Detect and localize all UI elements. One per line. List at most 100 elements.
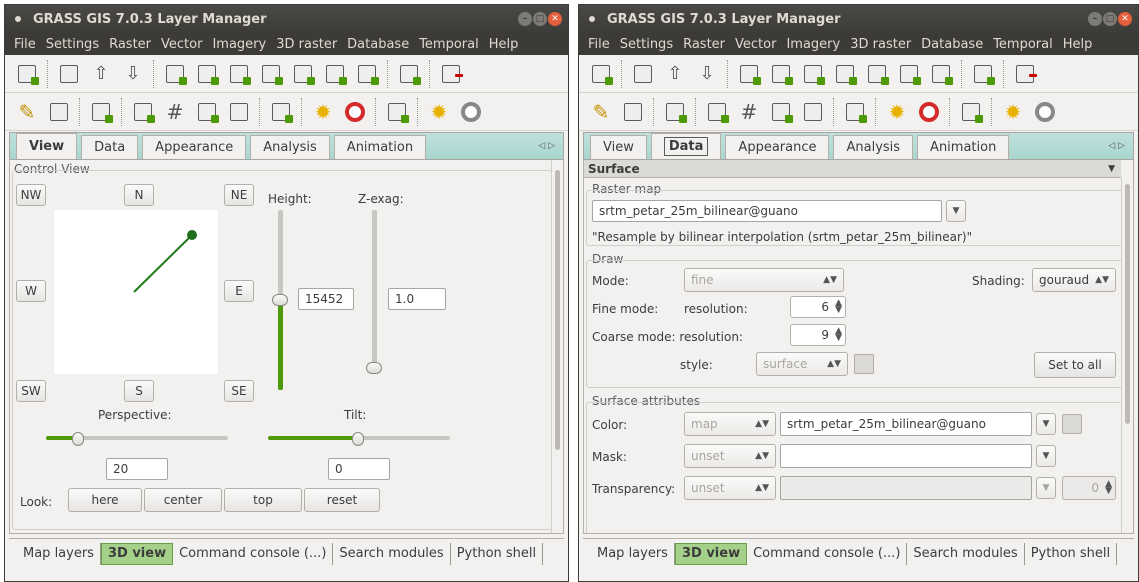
tilt-value-field[interactable]: 0 (328, 458, 390, 480)
menu-help[interactable]: Help (484, 37, 524, 52)
mapcalc-icon[interactable] (89, 100, 113, 124)
color-map-dropdown-icon[interactable]: ▼ (1036, 413, 1056, 435)
menu-imagery[interactable]: Imagery (781, 37, 845, 52)
run-script-icon[interactable] (385, 100, 409, 124)
maximize-icon[interactable]: □ (1103, 12, 1117, 26)
tab-view[interactable]: View (16, 133, 78, 159)
modeler-icon[interactable] (195, 100, 219, 124)
settings-gear-icon[interactable]: ✹ (311, 100, 335, 124)
scrollbar-thumb[interactable] (1125, 184, 1130, 424)
add-raster-icon[interactable] (769, 62, 793, 86)
add-raster-icon[interactable] (195, 62, 219, 86)
delete-layer-icon[interactable] (1013, 62, 1037, 86)
surface-panel-header[interactable]: Surface ▼ (584, 160, 1121, 178)
raster-map-input[interactable]: srtm_petar_25m_bilinear@guano (592, 200, 942, 222)
save-workspace-icon[interactable]: ⇩ (121, 62, 145, 86)
set-to-all-button[interactable]: Set to all (1034, 352, 1116, 378)
tab-scroll-arrows-icon[interactable]: ◁ ▷ (1108, 141, 1125, 151)
bottom-tab-search-modules[interactable]: Search modules (907, 542, 1025, 565)
s-button[interactable]: S (124, 380, 154, 402)
quit-icon[interactable] (459, 100, 483, 124)
menu-raster[interactable]: Raster (678, 37, 730, 52)
minimize-icon[interactable]: – (518, 12, 532, 26)
wire-color-swatch[interactable] (854, 354, 874, 374)
menu-settings[interactable]: Settings (615, 37, 678, 52)
menu-settings[interactable]: Settings (41, 37, 104, 52)
coarse-resolution-spinner[interactable]: 9 ▲ ▼ (790, 324, 846, 346)
menu-database[interactable]: Database (916, 37, 988, 52)
tab-animation[interactable]: Animation (917, 135, 1010, 159)
shading-select[interactable]: gouraud ▲▼ (1032, 268, 1116, 292)
import-icon[interactable] (397, 62, 421, 86)
bottom-tab-map-layers[interactable]: Map layers (591, 542, 675, 565)
tab-data[interactable]: Data (81, 135, 139, 159)
modeler-icon[interactable] (769, 100, 793, 124)
close-icon[interactable]: ✕ (548, 12, 562, 26)
look-top-button[interactable]: top (224, 488, 302, 512)
close-icon[interactable]: ✕ (1118, 12, 1132, 26)
menu-3d-raster[interactable]: 3D raster (845, 37, 916, 52)
sw-button[interactable]: SW (16, 380, 46, 402)
bottom-tab-python-shell[interactable]: Python shell (1025, 542, 1118, 565)
bottom-tab-command-console[interactable]: Command console (...) (747, 542, 908, 565)
window-menu-icon[interactable] (589, 16, 595, 22)
tab-appearance[interactable]: Appearance (142, 135, 247, 159)
transparency-mode-select[interactable]: unset ▲▼ (684, 476, 776, 500)
bottom-tab-command-console[interactable]: Command console (...) (173, 542, 334, 565)
menu-vector[interactable]: Vector (156, 37, 207, 52)
quit-icon[interactable] (1033, 100, 1057, 124)
add-vector-misc-icon[interactable] (865, 62, 889, 86)
view-direction-handle[interactable] (187, 230, 197, 240)
height-slider-knob[interactable] (272, 294, 288, 306)
settings-gear-icon[interactable]: ✹ (885, 100, 909, 124)
mask-map-dropdown-icon[interactable]: ▼ (1036, 445, 1056, 467)
zexag-value-field[interactable]: 1.0 (388, 288, 446, 310)
zexag-slider-track[interactable] (372, 210, 377, 370)
menu-imagery[interactable]: Imagery (207, 37, 271, 52)
save-workspace-icon[interactable]: ⇩ (695, 62, 719, 86)
menu-file[interactable]: File (583, 37, 615, 52)
grid-icon[interactable]: # (737, 100, 761, 124)
preferences-icon[interactable]: ✹ (1001, 100, 1025, 124)
add-overlay-icon[interactable] (355, 62, 379, 86)
add-raster-misc-icon[interactable] (801, 62, 825, 86)
layer-properties-icon[interactable] (843, 100, 867, 124)
mode-select[interactable]: fine ▲▼ (684, 268, 844, 292)
maximize-icon[interactable]: □ (533, 12, 547, 26)
add-vector-misc-icon[interactable] (291, 62, 315, 86)
fine-resolution-spinner[interactable]: 6 ▲ ▼ (790, 296, 846, 318)
mask-mode-select[interactable]: unset ▲▼ (684, 444, 776, 468)
zexag-slider-knob[interactable] (366, 362, 382, 374)
add-group-icon[interactable] (897, 62, 921, 86)
spin-arrows-icon[interactable]: ▲ ▼ (835, 327, 842, 343)
new-workspace-icon[interactable] (631, 62, 655, 86)
tab-scroll-arrows-icon[interactable]: ◁ ▷ (538, 141, 555, 151)
bottom-tab-search-modules[interactable]: Search modules (333, 542, 451, 565)
mask-map-input[interactable] (780, 444, 1032, 468)
add-vector-icon[interactable] (259, 62, 283, 86)
perspective-slider-knob[interactable] (72, 432, 84, 446)
scrollbar-thumb[interactable] (555, 170, 560, 450)
edit-icon[interactable]: ✎ (15, 100, 39, 124)
se-button[interactable]: SE (224, 380, 254, 402)
load-workspace-icon[interactable]: ⇧ (663, 62, 687, 86)
bottom-tab-map-layers[interactable]: Map layers (17, 542, 101, 565)
tab-view[interactable]: View (590, 135, 647, 159)
spin-arrows-icon[interactable]: ▲ ▼ (1105, 480, 1112, 496)
add-vector-icon[interactable] (833, 62, 857, 86)
layer-properties-icon[interactable] (269, 100, 293, 124)
transparency-value-spinner[interactable]: 0 ▲ ▼ (1062, 476, 1116, 500)
run-script-icon[interactable] (959, 100, 983, 124)
view-page-scrollbar[interactable] (551, 160, 563, 533)
nw-button[interactable]: NW (16, 184, 46, 206)
add-map-layers-icon[interactable] (737, 62, 761, 86)
grid-icon[interactable]: # (163, 100, 187, 124)
raster-map-dropdown-icon[interactable]: ▼ (946, 200, 966, 222)
menu-file[interactable]: File (9, 37, 41, 52)
help-icon[interactable] (917, 100, 941, 124)
help-icon[interactable] (343, 100, 367, 124)
bottom-tab-3d-view[interactable]: 3D view (674, 542, 748, 565)
tab-appearance[interactable]: Appearance (725, 135, 830, 159)
ne-button[interactable]: NE (224, 184, 254, 206)
attribute-table-icon[interactable] (621, 100, 645, 124)
